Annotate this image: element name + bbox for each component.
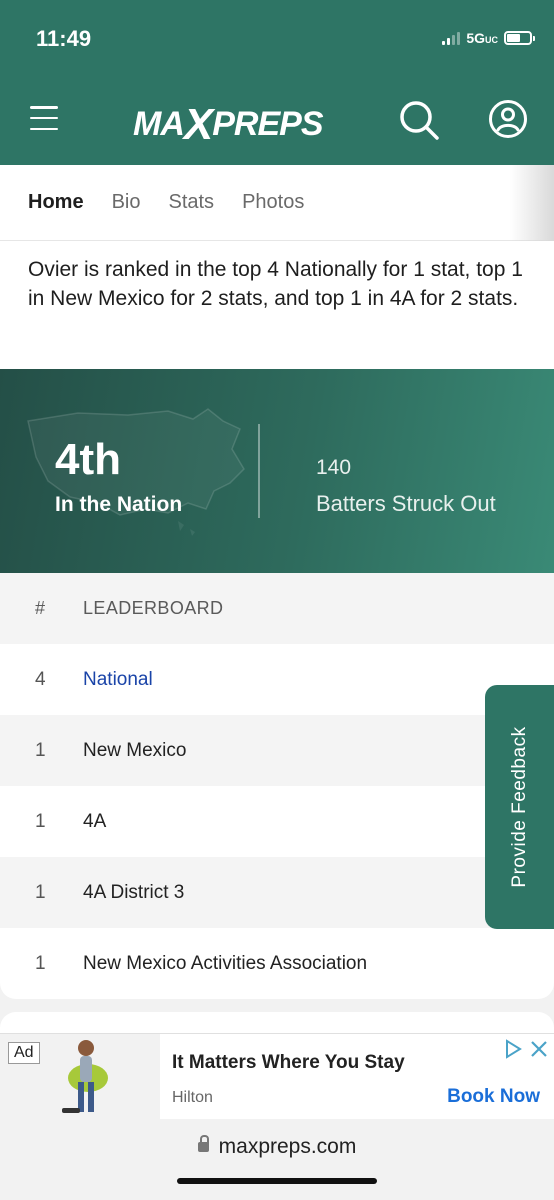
menu-icon[interactable] — [30, 106, 58, 130]
provide-feedback-button[interactable]: Provide Feedback — [485, 685, 554, 929]
leaderboard-header: # LEADERBOARD — [0, 573, 554, 644]
row-label: 4A — [83, 810, 107, 832]
tab-stats[interactable]: Stats — [168, 191, 214, 214]
lock-icon — [197, 1135, 209, 1152]
row-rank: 4 — [35, 668, 46, 690]
row-label: New Mexico Activities Association — [83, 952, 368, 974]
table-row: 1 4A District 3 — [0, 857, 554, 928]
profile-tabs: Home Bio Stats Photos — [0, 165, 554, 247]
stat-value: 140 — [316, 456, 352, 479]
row-rank: 1 — [35, 952, 46, 974]
profile-icon[interactable] — [488, 99, 528, 139]
banner-divider — [258, 424, 260, 518]
tab-photos[interactable]: Photos — [242, 191, 304, 214]
ad-brand: Hilton — [172, 1089, 213, 1106]
tabs-scroll-fade — [510, 165, 554, 241]
leaderboard-table: # LEADERBOARD 4 National 1 New Mexico 1 … — [0, 573, 554, 999]
search-icon[interactable] — [398, 99, 440, 141]
row-label-link[interactable]: National — [83, 669, 153, 691]
url-text[interactable]: maxpreps.com — [0, 1135, 554, 1159]
home-indicator[interactable] — [177, 1178, 377, 1184]
network-label: 5GUC — [466, 30, 498, 46]
row-label: New Mexico — [83, 739, 187, 761]
app-header: 11:49 5GUC MAXPREPS — [0, 0, 554, 165]
ad-title[interactable]: It Matters Where You Stay — [172, 1052, 405, 1074]
row-rank: 1 — [35, 881, 46, 903]
feedback-label: Provide Feedback — [508, 726, 530, 888]
rank-label: In the Nation — [55, 493, 183, 516]
battery-icon — [504, 31, 535, 45]
close-icon[interactable] — [528, 1038, 550, 1060]
tab-bio[interactable]: Bio — [112, 191, 141, 214]
ranking-summary: Ovier is ranked in the top 4 Nationally … — [0, 241, 554, 369]
tab-home[interactable]: Home — [28, 191, 84, 247]
rank-value: 4th — [55, 435, 121, 484]
status-indicators: 5GUC — [442, 30, 535, 46]
maxpreps-logo[interactable]: MAXPREPS — [133, 96, 324, 149]
header-label: LEADERBOARD — [83, 598, 224, 618]
status-time: 11:49 — [36, 26, 92, 51]
ad-banner[interactable]: Ad It Matters Where You Stay Hilton Book… — [0, 1033, 554, 1120]
row-rank: 1 — [35, 810, 46, 832]
browser-url-bar[interactable]: maxpreps.com — [0, 1119, 554, 1200]
us-map-icon — [27, 408, 245, 536]
table-row: 1 4A — [0, 786, 554, 857]
book-now-button[interactable]: Book Now — [447, 1086, 540, 1108]
table-row[interactable]: 4 National — [0, 644, 554, 715]
signal-icon — [442, 31, 461, 45]
table-row: 1 New Mexico Activities Association — [0, 928, 554, 999]
rank-banner: 4th In the Nation 140 Batters Struck Out — [0, 369, 554, 573]
row-rank: 1 — [35, 739, 46, 761]
header-num: # — [35, 598, 46, 618]
ad-image[interactable]: Ad — [0, 1034, 160, 1120]
row-label: 4A District 3 — [83, 881, 185, 903]
ad-badge: Ad — [8, 1042, 40, 1064]
stat-name: Batters Struck Out — [316, 491, 496, 516]
table-row: 1 New Mexico — [0, 715, 554, 786]
adchoices-icon[interactable] — [502, 1038, 524, 1060]
